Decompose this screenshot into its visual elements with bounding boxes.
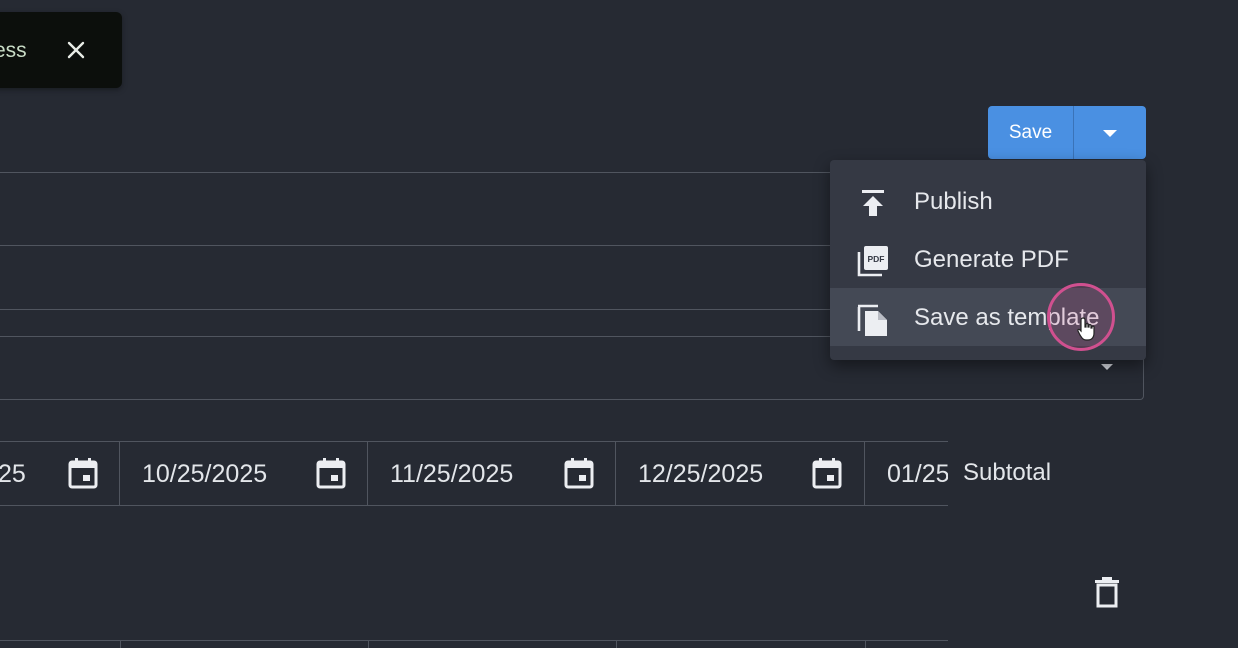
success-toast: ess: [0, 12, 122, 88]
publish-icon: [856, 186, 890, 220]
invoice-editor: ess Save Publish: [0, 0, 1238, 648]
calendar-icon[interactable]: [564, 457, 594, 489]
date-field[interactable]: 01/25: [865, 442, 948, 505]
cell-divider: [120, 641, 121, 648]
cell-divider: [616, 641, 617, 648]
calendar-icon[interactable]: [812, 457, 842, 489]
cell-divider: [368, 641, 369, 648]
calendar-icon[interactable]: [316, 457, 346, 489]
date-value: 01/25: [887, 460, 948, 488]
svg-text:PDF: PDF: [868, 254, 885, 264]
form-field-border: [0, 309, 830, 310]
date-value: 12/25/2025: [638, 460, 764, 488]
date-field[interactable]: 10/25/2025: [120, 442, 368, 505]
calendar-icon[interactable]: [68, 457, 98, 489]
close-icon: [67, 41, 85, 59]
hand-cursor-icon: [1077, 317, 1095, 341]
form-field-border: [0, 245, 830, 246]
save-split-button: Save: [988, 106, 1146, 159]
trash-icon[interactable]: [1092, 575, 1122, 609]
menu-item-publish[interactable]: Publish: [830, 172, 1146, 230]
menu-item-label: Generate PDF: [914, 246, 1069, 273]
caret-down-icon: [1103, 130, 1117, 137]
date-field[interactable]: 11/25/2025: [368, 442, 616, 505]
save-button[interactable]: Save: [988, 106, 1073, 159]
save-options-toggle[interactable]: [1074, 106, 1146, 159]
toast-message: ess: [0, 39, 27, 62]
date-value: 25: [0, 460, 26, 488]
copy-template-icon: [856, 302, 890, 336]
pdf-icon: PDF: [856, 244, 890, 278]
caret-down-icon: [1101, 364, 1113, 370]
date-value: 11/25/2025: [390, 460, 514, 488]
date-value: 10/25/2025: [142, 460, 268, 488]
subtotal-label: Subtotal: [963, 459, 1052, 486]
menu-item-label: Publish: [914, 188, 993, 215]
schedule-date-row: 25 10/25/2025 11/25/2025 12/25/2025 01/2…: [0, 441, 948, 506]
date-field[interactable]: 25: [0, 442, 120, 505]
menu-item-generate-pdf[interactable]: PDF Generate PDF: [830, 230, 1146, 288]
close-toast-button[interactable]: [62, 36, 90, 64]
cell-divider: [865, 641, 866, 648]
form-field-border: [0, 172, 830, 173]
next-row-border: [0, 640, 948, 648]
date-field[interactable]: 12/25/2025: [616, 442, 865, 505]
